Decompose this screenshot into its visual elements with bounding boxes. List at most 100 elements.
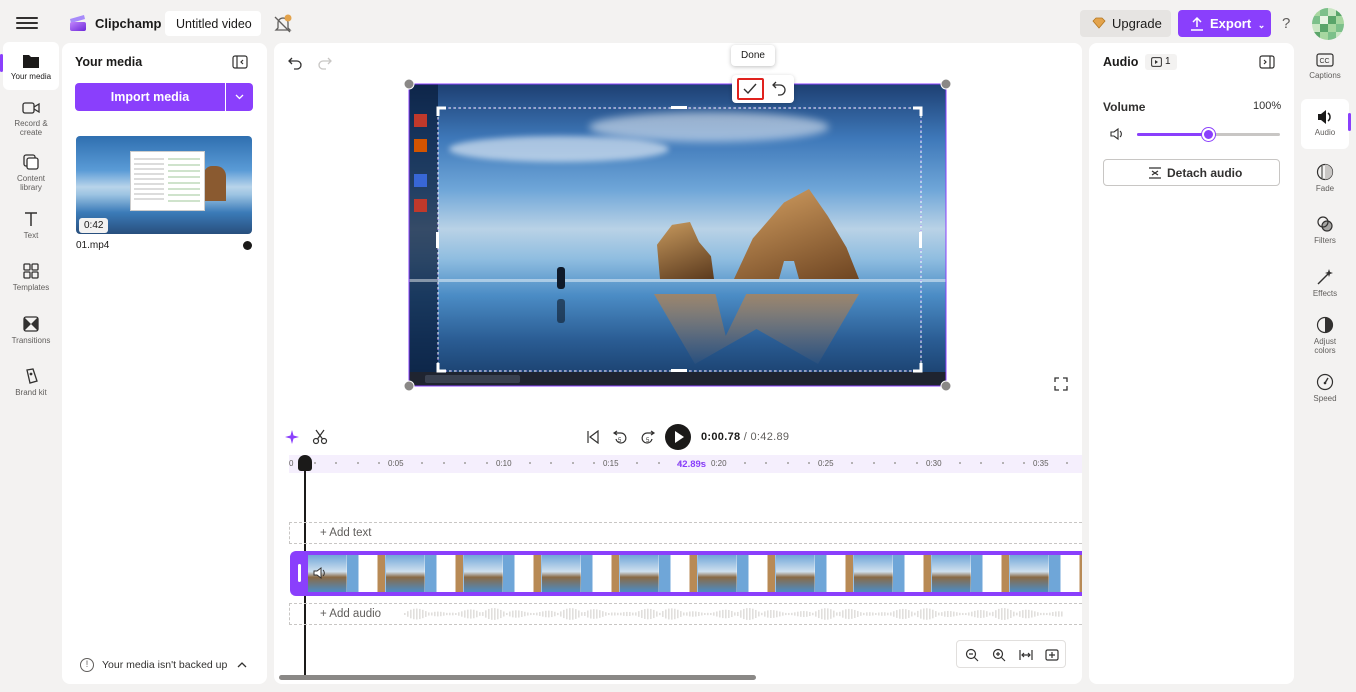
waveform-bar bbox=[539, 612, 541, 616]
rewind-5-icon[interactable]: 5 bbox=[612, 428, 628, 445]
waveform-bar bbox=[764, 611, 766, 617]
waveform-bar bbox=[470, 609, 472, 619]
waveform-bar bbox=[1043, 612, 1045, 616]
menu-icon[interactable] bbox=[16, 14, 38, 32]
rail-speed[interactable]: Speed bbox=[1301, 373, 1349, 409]
scissors-icon[interactable] bbox=[312, 429, 328, 445]
waveform-bar bbox=[752, 608, 754, 620]
add-text-track[interactable]: + Add text bbox=[289, 522, 1082, 544]
waveform-bar bbox=[860, 612, 862, 616]
sparkle-icon[interactable] bbox=[284, 429, 300, 445]
ruler-dot bbox=[872, 462, 875, 464]
waveform-bar bbox=[524, 611, 526, 617]
clip-frame bbox=[464, 555, 503, 592]
speaker-icon[interactable] bbox=[1109, 127, 1125, 141]
redo-icon[interactable] bbox=[318, 56, 332, 70]
rail-captions[interactable]: CC Captions bbox=[1301, 52, 1349, 88]
effects-icon bbox=[1317, 269, 1333, 285]
import-media-button[interactable]: Import media bbox=[75, 83, 225, 111]
clip-frame bbox=[386, 555, 425, 592]
waveform-bar bbox=[971, 611, 973, 617]
fullscreen-icon[interactable] bbox=[1054, 377, 1068, 391]
filters-icon bbox=[1317, 216, 1333, 232]
rail-your-media[interactable]: Your media bbox=[0, 42, 59, 90]
crop-toolbar bbox=[732, 75, 794, 103]
waveform-bar bbox=[893, 611, 895, 617]
waveform-bar bbox=[788, 612, 790, 616]
forward-5-icon[interactable]: 5 bbox=[640, 428, 656, 445]
volume-label: Volume bbox=[1103, 100, 1146, 114]
waveform-bar bbox=[1007, 608, 1009, 620]
waveform-bar bbox=[941, 612, 943, 616]
export-button[interactable]: Export ⌄ bbox=[1178, 10, 1271, 37]
ruler-dot bbox=[378, 462, 380, 464]
chevron-up-icon[interactable] bbox=[237, 661, 247, 669]
hover-time-label: 42.89s bbox=[677, 459, 707, 470]
media-panel-title: Your media bbox=[75, 55, 143, 69]
waveform-bar bbox=[1031, 610, 1033, 618]
expand-tracks-icon[interactable] bbox=[1045, 648, 1059, 662]
waveform-bar bbox=[1052, 612, 1054, 616]
volume-slider-thumb[interactable] bbox=[1202, 128, 1215, 141]
waveform-bar bbox=[563, 609, 565, 619]
crop-frame[interactable] bbox=[403, 78, 952, 392]
zoom-in-icon[interactable] bbox=[992, 648, 1006, 662]
collapse-panel-icon[interactable] bbox=[1259, 55, 1275, 69]
rail-templates[interactable]: Templates bbox=[3, 262, 59, 296]
waveform-bar bbox=[830, 609, 832, 619]
upgrade-button[interactable]: Upgrade bbox=[1080, 10, 1171, 37]
rail-content-library[interactable]: Content library bbox=[3, 153, 59, 197]
waveform-bar bbox=[416, 608, 418, 620]
detach-audio-button[interactable]: Detach audio bbox=[1103, 159, 1280, 186]
timeline-scrollbar[interactable] bbox=[279, 675, 756, 680]
rail-audio[interactable]: Audio bbox=[1301, 99, 1351, 149]
waveform-bar bbox=[428, 612, 430, 616]
waveform-bar bbox=[533, 612, 535, 616]
notification-off-icon[interactable] bbox=[272, 13, 294, 35]
rail-filters[interactable]: Filters bbox=[1301, 215, 1349, 251]
waveform-bar bbox=[593, 609, 595, 619]
volume-slider-fill bbox=[1137, 133, 1209, 136]
text-icon bbox=[25, 212, 37, 226]
rail-effects[interactable]: Effects bbox=[1301, 268, 1349, 304]
clip-trim-handle[interactable] bbox=[292, 553, 308, 594]
ruler-dot bbox=[1023, 462, 1025, 464]
skip-back-icon[interactable] bbox=[586, 430, 600, 444]
undo-icon[interactable] bbox=[288, 56, 302, 70]
avatar[interactable] bbox=[1312, 8, 1344, 40]
import-options-button[interactable] bbox=[226, 83, 253, 111]
play-button[interactable] bbox=[664, 423, 692, 451]
collapse-panel-icon[interactable] bbox=[232, 55, 248, 69]
waveform-bar bbox=[587, 610, 589, 618]
rail-text[interactable]: Text bbox=[3, 210, 59, 244]
audio-waveform-placeholder bbox=[404, 608, 1063, 620]
waveform-bar bbox=[845, 609, 847, 619]
ruler-dot bbox=[657, 462, 660, 464]
video-clip[interactable] bbox=[290, 551, 1082, 596]
done-tooltip: Done bbox=[731, 45, 775, 66]
help-icon[interactable]: ? bbox=[1282, 15, 1290, 32]
rail-brand-kit[interactable]: Brand kit bbox=[3, 367, 59, 401]
backup-warning[interactable]: Your media isn't backed up bbox=[82, 659, 227, 671]
rail-fade[interactable]: Fade bbox=[1301, 163, 1349, 199]
rail-record-create[interactable]: Record & create bbox=[3, 100, 59, 144]
waveform-bar bbox=[578, 610, 580, 618]
waveform-bar bbox=[1040, 612, 1042, 616]
rail-adjust-colors[interactable]: Adjust colors bbox=[1301, 316, 1349, 358]
waveform-bar bbox=[761, 612, 763, 616]
reset-crop-icon[interactable] bbox=[770, 79, 788, 97]
waveform-bar bbox=[944, 611, 946, 617]
waveform-bar bbox=[530, 612, 532, 616]
waveform-bar bbox=[899, 609, 901, 619]
rail-transitions[interactable]: Transitions bbox=[3, 315, 59, 349]
fit-timeline-icon[interactable] bbox=[1019, 648, 1033, 662]
tick-label: 0:25 bbox=[818, 459, 834, 468]
waveform-bar bbox=[632, 612, 634, 616]
project-title[interactable]: Untitled video bbox=[165, 11, 261, 36]
done-button[interactable] bbox=[737, 78, 764, 100]
waveform-bar bbox=[1037, 612, 1039, 616]
upgrade-label: Upgrade bbox=[1112, 16, 1162, 31]
zoom-out-icon[interactable] bbox=[965, 648, 979, 662]
svg-text:CC: CC bbox=[1320, 58, 1330, 65]
playhead-handle[interactable] bbox=[298, 455, 312, 471]
